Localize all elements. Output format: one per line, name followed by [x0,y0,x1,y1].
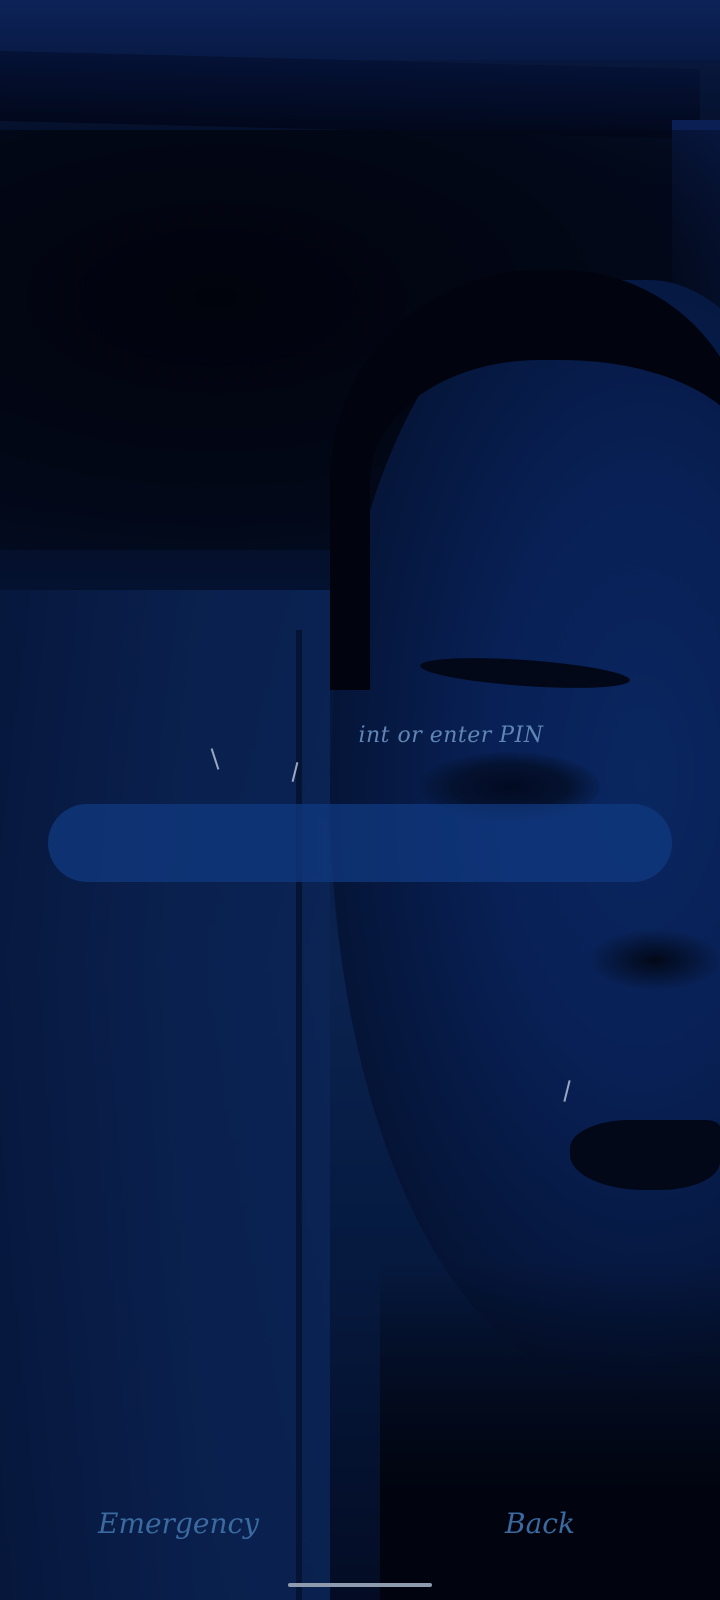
wallpaper-lips [570,1120,720,1190]
wallpaper-door-edge [296,630,302,1600]
lock-screen: int or enter PIN Emergency Back [0,0,720,1600]
wallpaper-nose [590,930,720,990]
wallpaper-frame-bar [0,50,700,140]
back-button[interactable]: Back [498,1500,582,1548]
wallpaper-shadow-bottom [380,1260,720,1600]
gesture-nav-handle[interactable] [288,1583,432,1587]
wallpaper-hair [330,270,720,690]
emergency-button[interactable]: Emergency [98,1500,259,1548]
pin-input[interactable] [48,804,672,882]
unlock-prompt: int or enter PIN [0,716,720,760]
unlock-prompt-text: int or enter PIN [358,723,544,748]
wallpaper-frame-top [0,0,720,60]
